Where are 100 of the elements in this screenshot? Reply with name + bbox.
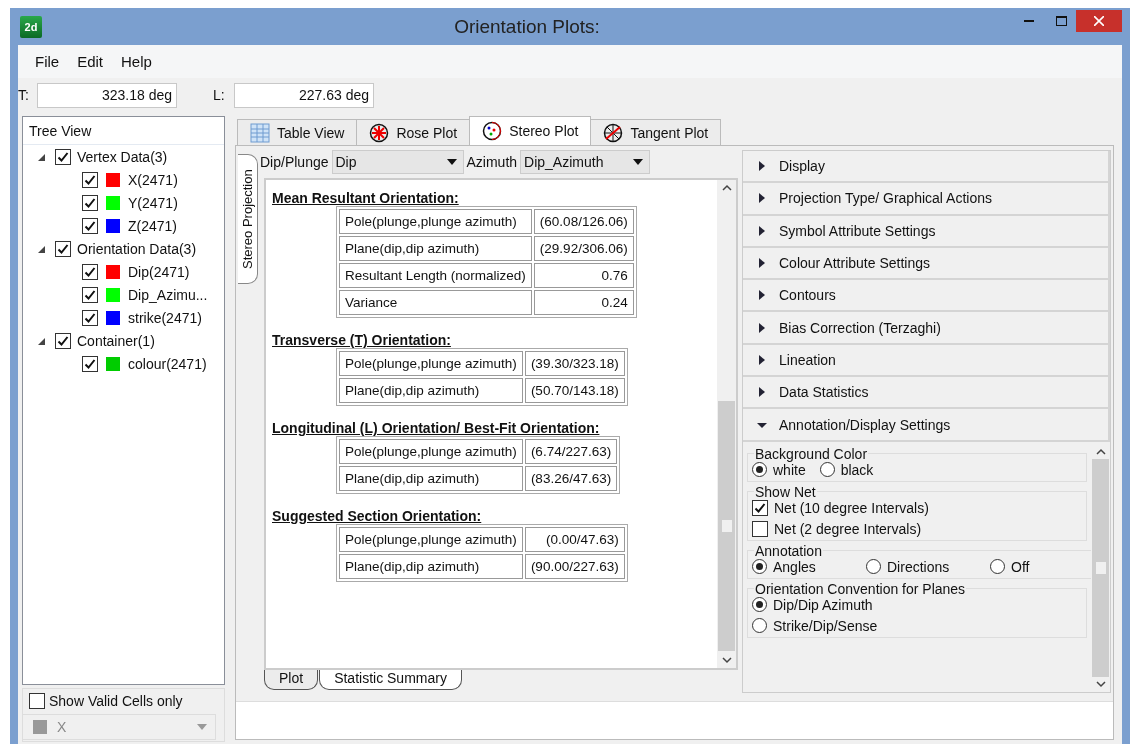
section-heading: Mean Resultant Orientation: (272, 190, 460, 206)
side-tab[interactable]: Stereo Projection (238, 154, 258, 284)
checkbox[interactable] (55, 148, 71, 165)
close-icon (1094, 15, 1104, 26)
accordion-header[interactable]: Annotation/Display Settings (743, 409, 1110, 442)
checkbox-label: Show Valid Cells only (49, 693, 183, 709)
checkbox[interactable] (82, 263, 98, 280)
tree-item[interactable]: Dip(2471) (128, 263, 190, 280)
checkbox[interactable] (55, 240, 71, 257)
radio-button[interactable] (866, 559, 881, 575)
radio-button[interactable] (752, 618, 767, 634)
accordion-header[interactable]: Contours (743, 280, 1110, 313)
expand-icon (757, 354, 767, 365)
checkbox[interactable] (82, 217, 98, 234)
checkbox[interactable] (29, 693, 45, 709)
checkbox[interactable] (82, 194, 98, 211)
accordion-header[interactable]: Colour Attribute Settings (743, 247, 1110, 281)
dropdown[interactable]: Dip_Azimuth (520, 150, 651, 174)
radio-button[interactable] (990, 559, 1005, 575)
maximize-icon (1055, 15, 1067, 26)
minimize-icon (1024, 19, 1034, 22)
caret-icon (197, 724, 207, 730)
caret-icon (446, 159, 457, 165)
expand-icon (757, 193, 767, 204)
table-cell: Pole(plunge,plunge azimuth) (339, 351, 523, 376)
expand-icon (757, 387, 767, 398)
scroll-down-icon[interactable] (721, 657, 732, 664)
tab[interactable]: Rose Plot (356, 119, 471, 145)
tab[interactable]: Plot (264, 670, 319, 690)
menu-item[interactable]: File (28, 53, 67, 70)
tree-item[interactable]: colour(2471) (128, 355, 207, 372)
scroll-up-icon[interactable] (1095, 447, 1106, 455)
option-label: black (840, 461, 874, 478)
readout-field[interactable]: 323.18 deg (37, 82, 177, 108)
table-cell: 0.24 (533, 290, 634, 315)
tab[interactable]: Table View (237, 119, 358, 145)
checkbox[interactable] (82, 309, 98, 326)
section-heading: Suggested Section Orientation: (272, 508, 483, 524)
swatch-icon (33, 720, 47, 734)
tree-item[interactable]: Orientation Data(3) (77, 240, 197, 257)
radio-button[interactable] (752, 559, 767, 575)
accordion-header[interactable]: Display (743, 151, 1110, 184)
table-cell: (0.00/47.63) (524, 527, 625, 552)
radio-button[interactable] (752, 597, 767, 613)
scrollbar[interactable] (717, 180, 736, 668)
radio-button[interactable] (752, 462, 767, 478)
tree-item[interactable]: Z(2471) (128, 217, 178, 234)
tree-item[interactable]: X(2471) (128, 171, 178, 188)
table-cell: (6.74/227.63) (524, 439, 618, 464)
expand-icon (757, 161, 767, 172)
checkbox[interactable] (752, 499, 768, 516)
accordion-header[interactable]: Lineation (743, 344, 1110, 378)
checkbox[interactable] (55, 332, 71, 349)
scroll-up-icon[interactable] (721, 184, 732, 191)
table-cell: Resultant Length (normalized) (339, 263, 532, 288)
scrollbar-thumb[interactable] (718, 401, 735, 651)
group-title: Show Net (754, 483, 817, 500)
option-label: Angles (773, 558, 816, 575)
accordion-header[interactable]: Symbol Attribute Settings (743, 215, 1110, 248)
menu-item[interactable]: Edit (70, 53, 111, 70)
table-cell: (60.08/126.06) (533, 209, 634, 234)
window-title: Orientation Plots: (453, 15, 601, 38)
radio-button[interactable] (819, 462, 835, 478)
tab[interactable]: Statistic Summary (319, 670, 462, 690)
accordion-header[interactable]: Bias Correction (Terzaghi) (743, 312, 1110, 345)
collapse-icon[interactable] (37, 244, 45, 253)
collapse-icon[interactable] (37, 336, 45, 345)
collapse-icon[interactable] (37, 152, 45, 161)
tree-item[interactable]: strike(2471) (128, 309, 202, 326)
panel-title: Tree View (23, 117, 224, 145)
accordion-header[interactable]: Data Statistics (743, 377, 1110, 410)
expand-icon (757, 290, 767, 301)
tab[interactable]: Tangent Plot (590, 119, 722, 145)
checkbox[interactable] (82, 286, 98, 303)
table-cell: (50.70/143.18) (524, 378, 625, 403)
scrollbar-thumb[interactable] (1092, 458, 1109, 677)
selector-label: Dip/Plunge (260, 154, 329, 170)
tree-item[interactable]: Y(2471) (128, 194, 178, 211)
table-cell: Plane(dip,dip azimuth) (339, 554, 523, 579)
section-heading: Longitudinal (L) Orientation/ Best-Fit Orientation: (272, 420, 601, 436)
scroll-down-icon[interactable] (1095, 681, 1106, 688)
readout-field[interactable]: 227.63 deg (234, 82, 374, 108)
tangent-icon (603, 122, 624, 143)
table-cell: Plane(dip,dip azimuth) (339, 378, 523, 403)
close-button[interactable] (1076, 9, 1122, 32)
tree-item[interactable]: Vertex Data(3) (77, 148, 168, 165)
dropdown[interactable]: Dip (331, 150, 464, 174)
tab[interactable]: Stereo Plot (469, 116, 592, 145)
checkbox[interactable] (82, 355, 98, 372)
option-label: Dip/Dip Azimuth (773, 596, 873, 613)
checkbox[interactable] (752, 520, 768, 537)
table-cell: Variance (339, 290, 532, 315)
tree-item[interactable]: Dip_Azimu... (128, 286, 208, 303)
table-cell: (90.00/227.63) (524, 554, 625, 579)
menu-item[interactable]: Help (114, 53, 159, 70)
table-cell: Pole(plunge,plunge azimuth) (339, 527, 523, 552)
rose-icon (369, 122, 390, 143)
checkbox[interactable] (82, 171, 98, 188)
accordion-header[interactable]: Projection Type/ Graphical Actions (743, 183, 1110, 216)
tree-item[interactable]: Container(1) (77, 332, 155, 349)
